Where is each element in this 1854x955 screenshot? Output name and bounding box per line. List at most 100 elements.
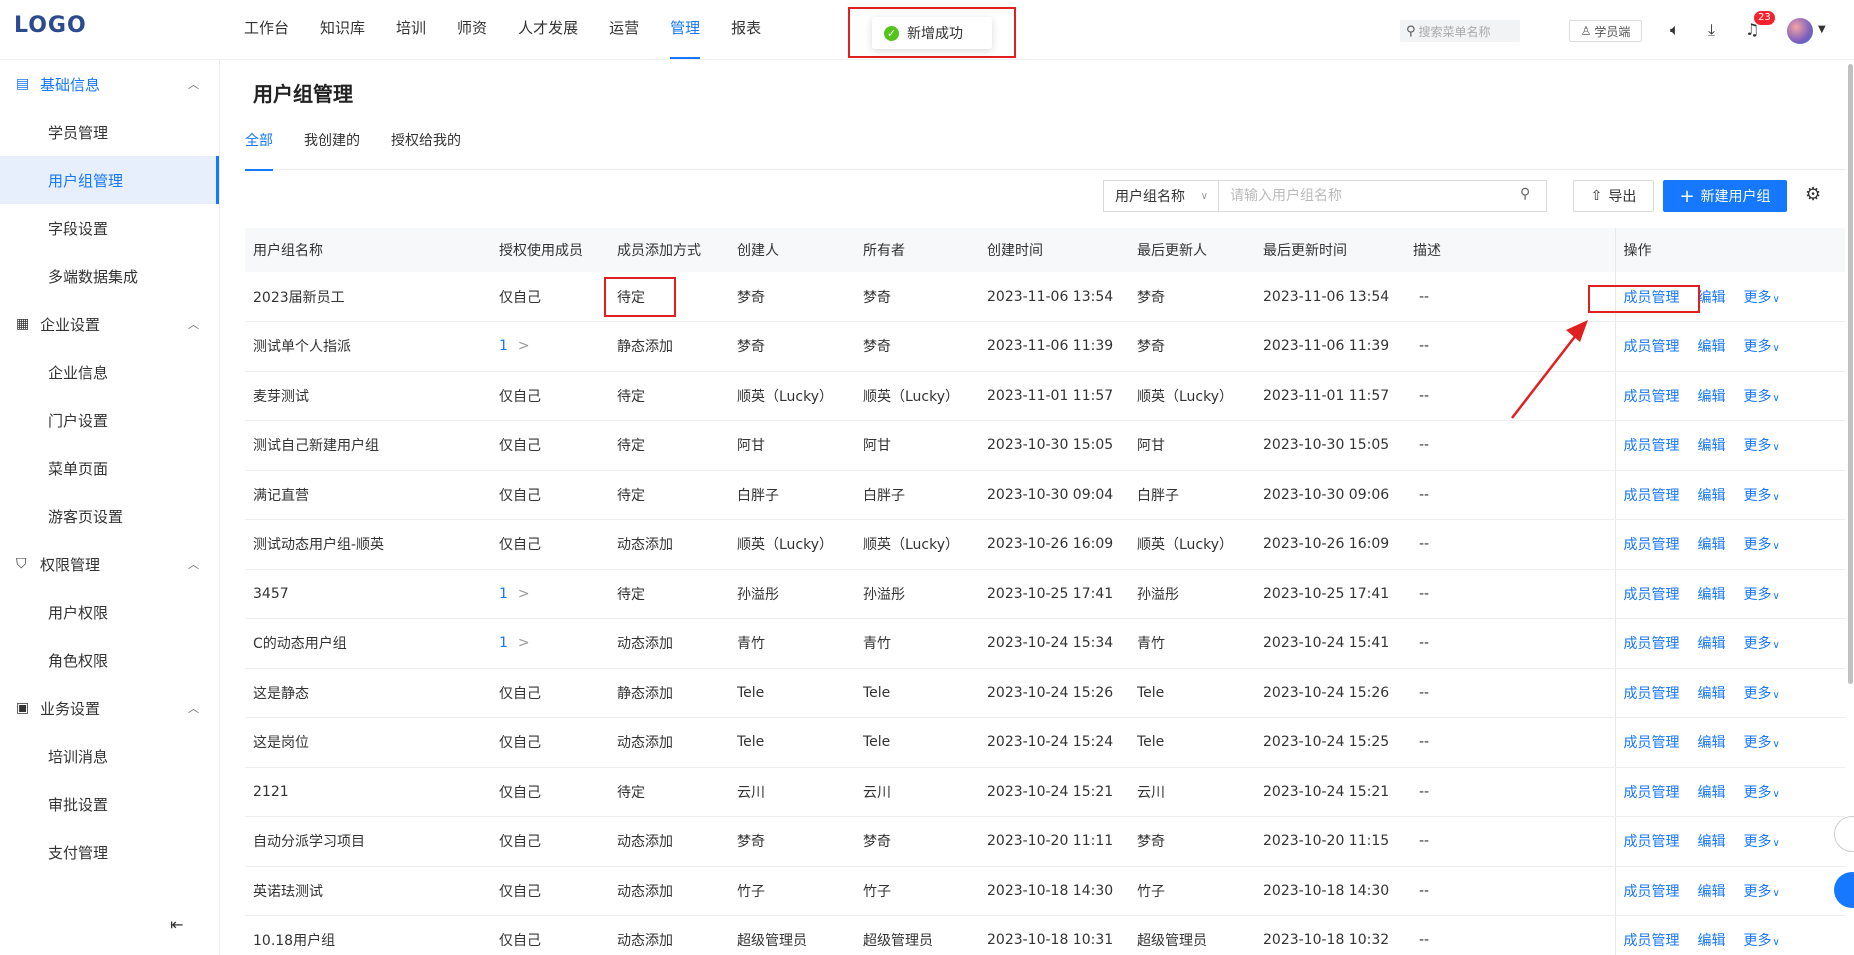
edit-link[interactable]: 编辑 [1698,834,1726,850]
more-dropdown[interactable]: 更多 [1744,290,1772,306]
sidebar-item[interactable]: 游客页设置 [0,492,219,540]
member-manage-link[interactable]: 成员管理 [1624,636,1680,652]
more-dropdown[interactable]: 更多 [1744,537,1772,553]
member-manage-link[interactable]: 成员管理 [1624,537,1680,553]
edit-link[interactable]: 编辑 [1698,438,1726,454]
table-cell: 仅自己 [491,915,609,955]
more-dropdown[interactable]: 更多 [1744,686,1772,702]
edit-link[interactable]: 编辑 [1698,933,1726,949]
sidebar-group[interactable]: ⛉ 权限管理 ︿ [0,540,219,588]
logo[interactable]: LOGO [14,13,87,38]
sidebar-item[interactable]: 企业信息 [0,348,219,396]
edit-link[interactable]: 编辑 [1698,884,1726,900]
sidebar-item[interactable]: 字段设置 [0,204,219,252]
filter-field-select[interactable]: 用户组名称 ∨ [1103,180,1218,212]
member-manage-link[interactable]: 成员管理 [1624,834,1680,850]
gear-icon[interactable]: ⚙ [1805,184,1821,205]
edit-link[interactable]: 编辑 [1698,339,1726,355]
menu-search-input[interactable]: ⚲ 搜索菜单名称 [1400,20,1520,42]
member-manage-link[interactable]: 成员管理 [1624,389,1680,405]
member-manage-link[interactable]: 成员管理 [1624,339,1680,355]
nav-item[interactable]: 运营 [609,0,639,60]
caret-down-icon[interactable]: ▼ [1818,24,1826,35]
sidebar-item[interactable]: 用户权限 [0,588,219,636]
authorized-members-link[interactable]: 1 > [491,321,609,372]
member-manage-link[interactable]: 成员管理 [1624,884,1680,900]
member-manage-link[interactable]: 成员管理 [1624,933,1680,949]
member-manage-link[interactable]: 成员管理 [1624,587,1680,603]
sidebar: ▤ 基础信息 ︿ 学员管理 用户组管理 字段设置 多端数据集成 ▦ 企业设置 ︿ 企业信息 门户设置菜… [0,60,220,955]
more-dropdown[interactable]: 更多 [1744,636,1772,652]
member-manage-link[interactable]: 成员管理 [1624,488,1680,504]
search-icon[interactable]: ⚲ [1520,186,1530,202]
member-manage-link[interactable]: 成员管理 [1624,785,1680,801]
sidebar-item[interactable]: 审批设置 [0,780,219,828]
tab[interactable]: 授权给我的 [391,130,461,170]
avatar[interactable] [1787,18,1813,44]
edit-link[interactable]: 编辑 [1698,735,1726,751]
table-cell: 白胖子 [855,470,979,520]
member-manage-link[interactable]: 成员管理 [1624,290,1680,306]
sidebar-item[interactable]: 门户设置 [0,396,219,444]
more-dropdown[interactable]: 更多 [1744,884,1772,900]
more-dropdown[interactable]: 更多 [1744,438,1772,454]
sidebar-group[interactable]: ▦ 企业设置 ︿ [0,300,219,348]
nav-item[interactable]: 培训 [396,0,426,60]
more-dropdown[interactable]: 更多 [1744,834,1772,850]
edit-link[interactable]: 编辑 [1698,290,1726,306]
edit-link[interactable]: 编辑 [1698,636,1726,652]
collapse-sidebar-icon[interactable]: ⇤ [170,915,183,934]
nav-item[interactable]: 工作台 [244,0,289,60]
more-dropdown[interactable]: 更多 [1744,488,1772,504]
edit-link[interactable]: 编辑 [1698,488,1726,504]
table-cell: C的动态用户组 [245,618,491,669]
edit-link[interactable]: 编辑 [1698,587,1726,603]
new-user-group-button[interactable]: + 新建用户组 [1663,180,1787,212]
more-dropdown[interactable]: 更多 [1744,389,1772,405]
authorized-members-link[interactable]: 1 > [491,618,609,669]
shield-icon: ⛉ [16,556,27,572]
edit-link[interactable]: 编辑 [1698,785,1726,801]
sidebar-item[interactable]: 菜单页面 [0,444,219,492]
more-dropdown[interactable]: 更多 [1744,735,1772,751]
sidebar-item[interactable]: 支付管理 [0,828,219,876]
scrollbar[interactable] [1848,64,1853,684]
sidebar-group[interactable]: ▤ 基础信息 ︿ [0,60,219,108]
menu-search-placeholder: 搜索菜单名称 [1418,24,1491,39]
edit-link[interactable]: 编辑 [1698,389,1726,405]
table-cell: 这是岗位 [245,717,491,768]
member-manage-link[interactable]: 成员管理 [1624,735,1680,751]
group-name-search-input[interactable] [1218,180,1547,212]
sidebar-item[interactable]: 培训消息 [0,732,219,780]
sidebar-item[interactable]: 用户组管理 [0,156,219,204]
nav-item[interactable]: 管理 [670,0,701,60]
export-button[interactable]: ⇧ 导出 [1573,180,1654,212]
sidebar-item[interactable]: 多端数据集成 [0,252,219,300]
nav-item[interactable]: 人才发展 [518,0,578,60]
tab[interactable]: 全部 [245,130,273,171]
authorized-members-link[interactable]: 1 > [491,569,609,619]
speaker-icon[interactable]: 🔈︎ [1670,20,1680,40]
member-manage-link[interactable]: 成员管理 [1624,686,1680,702]
sidebar-group[interactable]: ▣ 业务设置 ︿ [0,684,219,732]
more-dropdown[interactable]: 更多 [1744,785,1772,801]
nav-item[interactable]: 报表 [731,0,761,60]
table-cell: 仅自己 [491,767,609,817]
nav-item[interactable]: 知识库 [320,0,365,60]
edit-link[interactable]: 编辑 [1698,686,1726,702]
actions-cell: 成员管理 编辑 更多∨ [1614,371,1845,421]
sidebar-item[interactable]: 角色权限 [0,636,219,684]
table-cell: 2023-10-24 15:25 [1255,717,1405,768]
student-portal-button[interactable]: ♙ 学员端 [1569,20,1642,42]
table-cell: Tele [855,668,979,718]
edit-link[interactable]: 编辑 [1698,537,1726,553]
download-icon[interactable]: ⤓ [1708,20,1715,40]
member-manage-link[interactable]: 成员管理 [1624,438,1680,454]
more-dropdown[interactable]: 更多 [1744,339,1772,355]
sidebar-item[interactable]: 学员管理 [0,108,219,156]
more-dropdown[interactable]: 更多 [1744,587,1772,603]
table-cell: 测试动态用户组-顺英 [245,519,491,570]
more-dropdown[interactable]: 更多 [1744,933,1772,949]
nav-item[interactable]: 师资 [457,0,487,60]
tab[interactable]: 我创建的 [304,130,360,170]
